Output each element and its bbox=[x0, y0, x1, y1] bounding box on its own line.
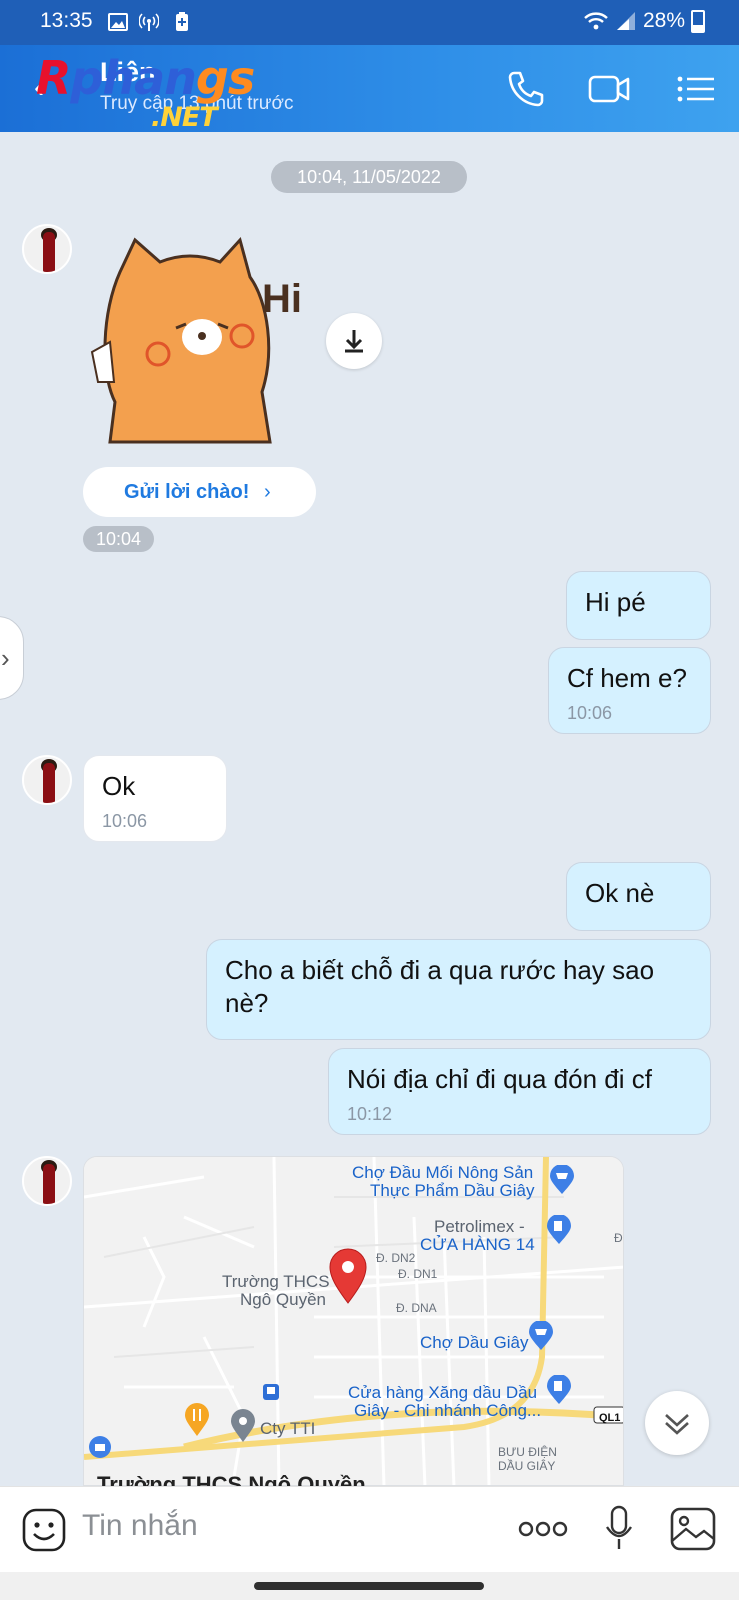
message-text: Ok bbox=[102, 771, 136, 801]
message-text: Hi pé bbox=[585, 587, 646, 617]
status-bar: 13:35 28% bbox=[0, 0, 739, 45]
menu-icon[interactable] bbox=[676, 69, 718, 109]
date-separator: 10:04, 11/05/2022 bbox=[271, 161, 467, 193]
system-nav-bar bbox=[0, 1572, 739, 1600]
avatar[interactable] bbox=[22, 755, 72, 805]
download-button[interactable] bbox=[326, 313, 382, 369]
chevron-double-down-icon bbox=[665, 1414, 689, 1435]
signal-icon bbox=[616, 12, 635, 30]
microphone-icon[interactable] bbox=[604, 1505, 634, 1553]
message-time: 10:06 bbox=[102, 811, 148, 831]
location-map-card[interactable]: Chợ Đầu Mối Nông Sản Thực Phẩm Dầu Giây … bbox=[83, 1156, 624, 1486]
message-time: 10:04 bbox=[83, 526, 154, 552]
gas-station-pin-icon[interactable] bbox=[546, 1215, 572, 1245]
message-text: Cho a biết chỗ đi a qua rước hay sao nè? bbox=[225, 955, 655, 1018]
status-time: 13:35 bbox=[40, 9, 93, 32]
message-text: Cf hem e? bbox=[567, 663, 687, 693]
emoji-icon[interactable] bbox=[22, 1508, 66, 1552]
send-greeting-button[interactable]: Gửi lời chào! › bbox=[83, 467, 316, 517]
message-bubble-sent[interactable]: Ok nè bbox=[566, 862, 711, 931]
battery-saver-icon bbox=[176, 12, 188, 31]
message-bubble-sent[interactable]: Cho a biết chỗ đi a qua rước hay sao nè? bbox=[206, 939, 711, 1040]
side-panel-handle[interactable]: › bbox=[0, 616, 24, 700]
message-input-bar: Tin nhắn bbox=[0, 1486, 739, 1572]
status-right: 28% bbox=[583, 9, 705, 33]
watermark-logo: Rphangs .NET bbox=[36, 55, 255, 133]
message-bubble-sent[interactable]: Cf hem e? 10:06 bbox=[548, 647, 711, 734]
greeting-label: Gửi lời chào! bbox=[124, 481, 250, 503]
message-time: 10:12 bbox=[347, 1104, 393, 1124]
watermark-net: .NET bbox=[151, 102, 218, 133]
battery-percent: 28% bbox=[642, 9, 685, 32]
more-options-icon[interactable] bbox=[518, 1517, 568, 1541]
chevron-right-icon: › bbox=[264, 481, 271, 503]
message-text: Nói địa chỉ đi qua đón đi cf bbox=[347, 1064, 652, 1094]
sticker-text: Hi bbox=[262, 277, 302, 321]
gas-station-pin-icon[interactable] bbox=[546, 1375, 572, 1405]
phone-icon[interactable] bbox=[504, 69, 546, 109]
shopping-cart-pin-icon[interactable] bbox=[528, 1321, 554, 1351]
download-icon bbox=[345, 330, 363, 353]
store-pin-icon[interactable] bbox=[88, 1435, 112, 1459]
location-pin-icon[interactable] bbox=[328, 1247, 368, 1305]
message-bubble-sent[interactable]: Hi pé bbox=[566, 571, 711, 640]
gallery-icon bbox=[108, 13, 128, 31]
message-input[interactable]: Tin nhắn bbox=[82, 1509, 198, 1543]
battery-icon bbox=[691, 9, 705, 33]
place-pin-icon[interactable] bbox=[230, 1409, 256, 1443]
message-bubble-received[interactable]: Ok 10:06 bbox=[83, 755, 227, 842]
bus-stop-icon[interactable] bbox=[262, 1383, 280, 1401]
avatar[interactable] bbox=[22, 1156, 72, 1206]
scroll-to-bottom-button[interactable] bbox=[645, 1391, 709, 1455]
home-gesture-pill[interactable] bbox=[254, 1582, 484, 1590]
avatar[interactable] bbox=[22, 224, 72, 274]
chevron-right-icon: › bbox=[1, 643, 10, 673]
wifi-icon bbox=[584, 12, 608, 30]
gallery-icon[interactable] bbox=[670, 1507, 716, 1551]
message-time: 10:06 bbox=[567, 703, 613, 723]
video-call-icon[interactable] bbox=[588, 69, 630, 109]
sticker-fox-image[interactable]: Hi bbox=[90, 232, 320, 454]
shopping-cart-pin-icon[interactable] bbox=[549, 1165, 575, 1195]
message-bubble-sent[interactable]: Nói địa chỉ đi qua đón đi cf 10:12 bbox=[328, 1048, 711, 1135]
chat-header: ‹ Liên Truy cập 13 phút trước Rphangs .N… bbox=[0, 45, 739, 133]
restaurant-pin-icon[interactable] bbox=[184, 1403, 210, 1437]
message-text: Ok nè bbox=[585, 878, 655, 908]
hotspot-icon bbox=[139, 13, 159, 31]
